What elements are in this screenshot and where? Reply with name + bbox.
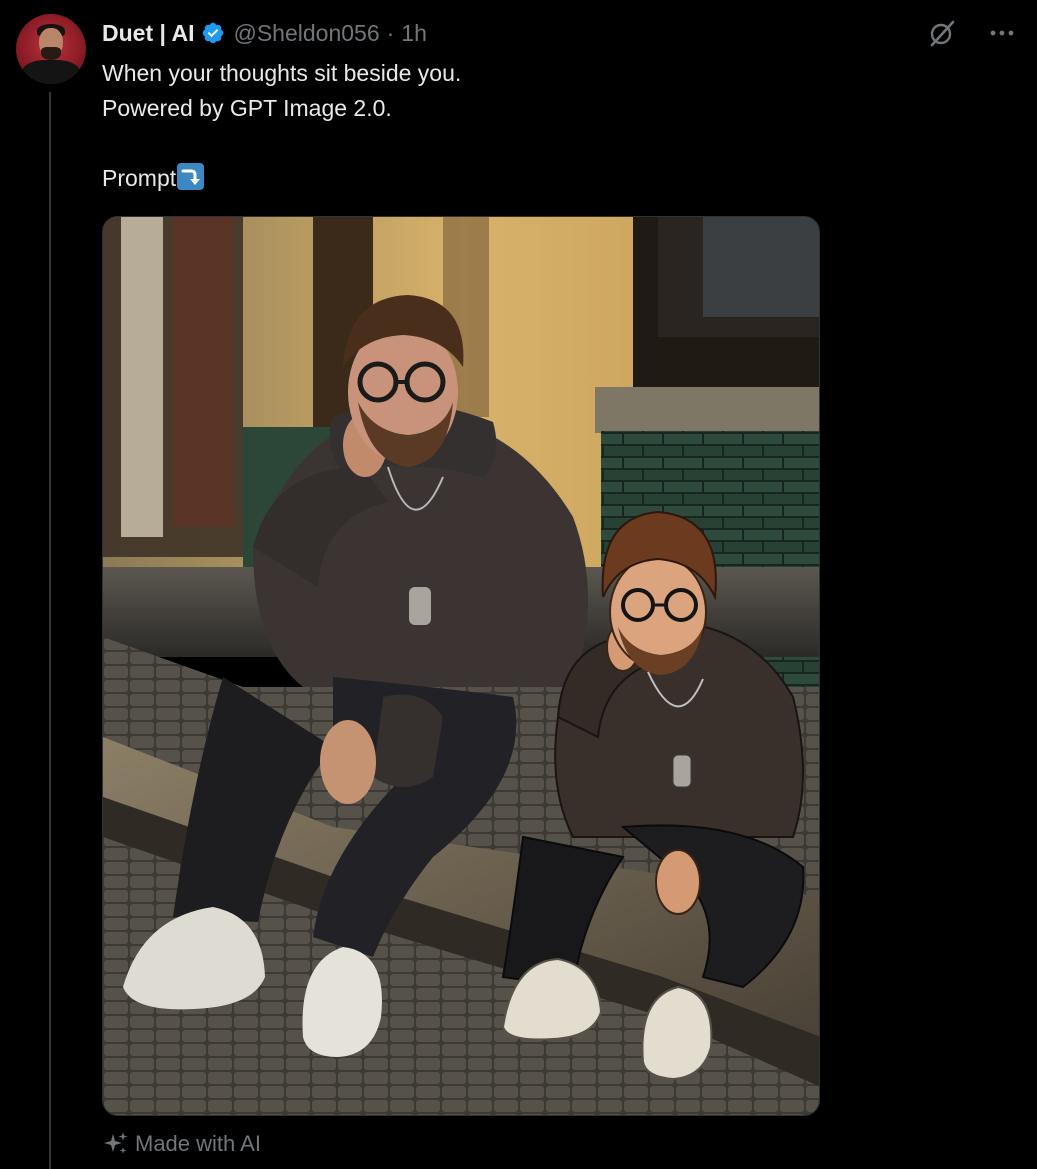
tweet-top-actions — [927, 18, 1017, 48]
timestamp-separator: · — [386, 19, 395, 46]
tweet-text: When your thoughts sit beside you. Power… — [102, 56, 982, 196]
tweet-text-line: Powered by GPT Image 2.0. — [102, 95, 392, 121]
made-with-ai-text: Made with AI — [135, 1131, 261, 1156]
tweet-text-line: When your thoughts sit beside you. — [102, 60, 462, 86]
avatar[interactable] — [16, 14, 86, 84]
sparkle-icon — [102, 1130, 130, 1158]
author-display-name[interactable]: Duet | AI — [102, 20, 194, 47]
tweet[interactable]: Duet | AI @Sheldon056 · 1h When your tho… — [0, 0, 1037, 1169]
tweet-text-line-prompt: Prompt — [102, 161, 982, 196]
right-arrow-curving-down-icon — [177, 163, 205, 190]
prompt-label: Prompt — [102, 165, 177, 191]
tweet-header: Duet | AI @Sheldon056 · 1h — [102, 18, 427, 48]
tweet-media-image[interactable] — [102, 216, 820, 1116]
tweet-text-line — [102, 126, 982, 161]
thread-line — [49, 92, 51, 1169]
made-with-ai-label[interactable]: Made with AI — [102, 1130, 261, 1158]
more-options-icon[interactable] — [987, 18, 1017, 48]
avatar-beard — [41, 47, 61, 60]
author-handle[interactable]: @Sheldon056 — [233, 20, 379, 47]
avatar-shirt — [22, 60, 80, 84]
grok-icon[interactable] — [927, 18, 957, 48]
timestamp[interactable]: 1h — [401, 20, 427, 47]
verified-badge-icon[interactable] — [201, 21, 225, 45]
